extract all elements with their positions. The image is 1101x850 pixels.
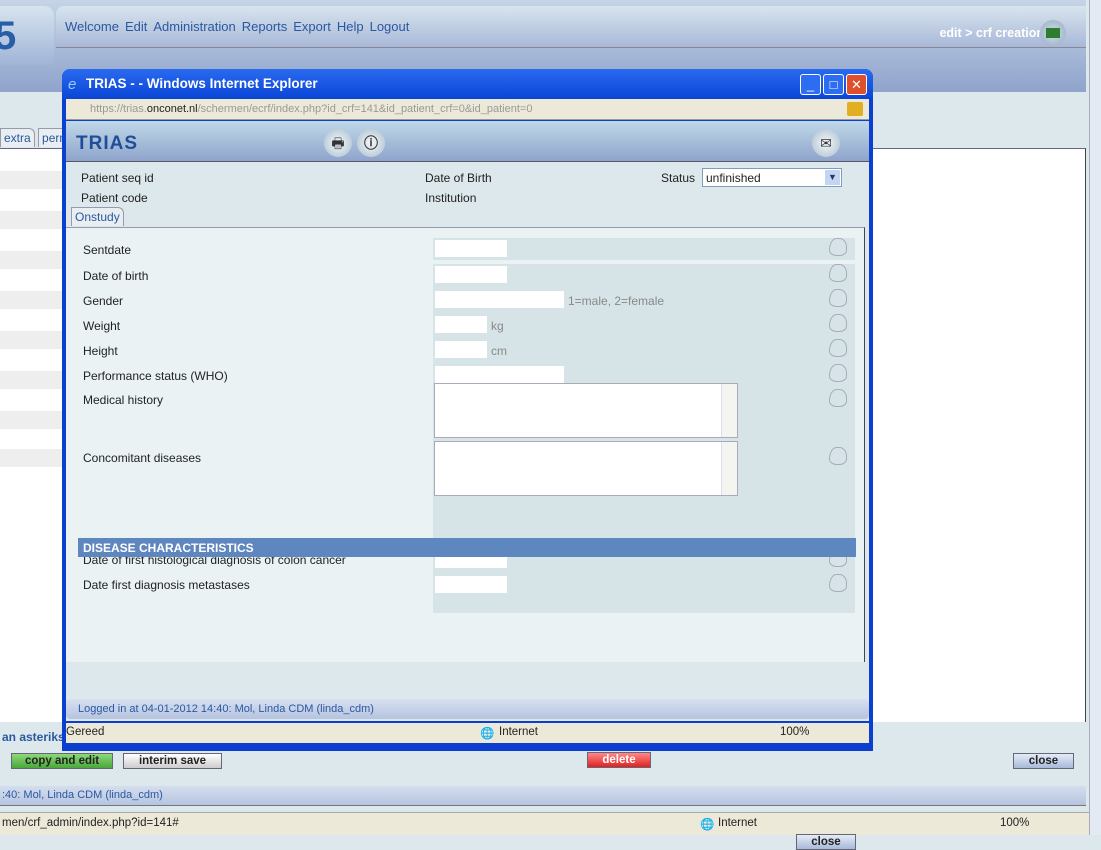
textarea-label: Concomitant diseases <box>83 451 202 465</box>
status-zone: Internet <box>718 817 757 829</box>
zoom-level[interactable]: 100% <box>1000 817 1029 829</box>
field-label: Weight <box>83 319 121 333</box>
patient-seq-id-label: Patient seq id <box>81 171 154 185</box>
textarea-scrollbar[interactable] <box>721 384 737 437</box>
delete-button[interactable]: delete <box>587 752 651 768</box>
tab-extra[interactable]: extra <box>0 128 35 147</box>
field-input[interactable] <box>435 316 487 333</box>
close-button[interactable]: close <box>1013 753 1074 769</box>
zoom-level[interactable]: 100% <box>780 726 809 738</box>
query-drop-icon[interactable] <box>829 389 847 407</box>
patient-code-label: Patient code <box>81 191 148 205</box>
field-input[interactable] <box>435 366 564 383</box>
copy-and-edit-button[interactable]: copy and edit <box>11 753 113 769</box>
tab-onstudy[interactable]: Onstudy <box>71 207 124 226</box>
url-scheme: https://trias. <box>90 103 147 115</box>
logged-in-info: Logged in at 04-01-2012 14:40: Mol, Lind… <box>66 699 869 719</box>
field-label: Date of birth <box>83 269 149 283</box>
ie-icon: e <box>68 76 77 93</box>
institution-label: Institution <box>425 191 477 205</box>
main-menu: Welcome Edit Administration Reports Export He… <box>56 6 1086 48</box>
chevron-down-icon: ▼ <box>825 170 840 185</box>
status-select[interactable]: unfinished ▼ <box>702 168 842 187</box>
url-host: onconet.nl <box>146 103 198 115</box>
window-close-button[interactable]: ✕ <box>846 74 867 95</box>
info-icon[interactable]: ⓘ <box>357 129 385 157</box>
query-drop-icon[interactable] <box>829 314 847 332</box>
popup-titlebar[interactable]: TRIAS - - Windows Internet Explorer <box>62 69 873 99</box>
popup-title: TRIAS - - Windows Internet Explorer <box>86 76 318 91</box>
background-footer: :40: Mol, Linda CDM (linda_cdm) <box>0 786 1086 806</box>
globe-icon: 🌐 <box>480 728 495 740</box>
crf-form: Sentdate Date of birth Gender 1=male, 2=fem… <box>66 227 865 850</box>
lock-icon[interactable] <box>847 102 863 116</box>
add-message-icon[interactable]: ✉ <box>812 129 840 157</box>
popup-content: TRIAS 🖶 ⓘ ✉ Patient seq id Patient code … <box>66 121 869 850</box>
status-label: Status <box>661 171 696 185</box>
menu-export[interactable]: Export <box>293 19 331 34</box>
query-drop-icon[interactable] <box>829 289 847 307</box>
status-text: Gereed <box>66 726 105 738</box>
query-drop-icon[interactable] <box>829 238 847 256</box>
textarea-input[interactable] <box>434 441 738 496</box>
section-header: DISEASE CHARACTERISTICS <box>78 538 856 557</box>
address-bar[interactable]: https://trias.onconet.nl/schermen/ecrf/i… <box>66 99 869 120</box>
menu-edit[interactable]: Edit <box>125 19 147 34</box>
page-scrollbar[interactable] <box>1089 0 1101 835</box>
menu-logout[interactable]: Logout <box>370 19 410 34</box>
status-zone: Internet <box>499 726 538 738</box>
field-input[interactable] <box>435 240 507 257</box>
breadcrumb: edit > crf creation <box>939 26 1044 40</box>
menu-help[interactable]: Help <box>337 19 364 34</box>
query-drop-icon[interactable] <box>829 574 847 592</box>
textarea-input[interactable] <box>434 383 738 438</box>
field-label: Date first diagnosis metastases <box>83 578 250 592</box>
field-unit: 1=male, 2=female <box>568 294 665 308</box>
menu-administration[interactable]: Administration <box>153 19 235 34</box>
status-url: men/crf_admin/index.php?id=141# <box>2 817 179 829</box>
query-drop-icon[interactable] <box>829 364 847 382</box>
maximize-button[interactable]: □ <box>823 74 844 95</box>
field-label: Sentdate <box>83 243 132 257</box>
popup-window: TRIAS - - Windows Internet Explorer e _ … <box>62 69 873 850</box>
popup-close-button[interactable]: close <box>796 834 856 850</box>
browser-status-bar: men/crf_admin/index.php?id=141# 🌐 Intern… <box>0 812 1089 835</box>
field-input[interactable] <box>435 291 564 308</box>
interim-save-button[interactable]: interim save <box>123 753 222 769</box>
print-icon[interactable]: 🖶 <box>324 129 352 157</box>
dob-label: Date of Birth <box>425 171 492 185</box>
field-input[interactable] <box>435 266 507 283</box>
trias-logo: TRIAS <box>76 133 138 154</box>
query-drop-icon[interactable] <box>829 339 847 357</box>
query-drop-icon[interactable] <box>829 264 847 282</box>
field-unit: kg <box>491 319 504 333</box>
field-label: Gender <box>83 294 124 308</box>
popup-status-bar: Gereed 🌐 Internet 100% <box>66 723 869 743</box>
app-logo: 5 <box>0 6 54 66</box>
globe-icon: 🌐 <box>700 819 715 831</box>
asterisk-note: an asteriks <box>2 730 65 744</box>
minimize-button[interactable]: _ <box>800 74 821 95</box>
menu-welcome[interactable]: Welcome <box>65 19 119 34</box>
field-label: Performance status (WHO) <box>83 369 228 383</box>
textarea-scrollbar[interactable] <box>721 442 737 495</box>
url-path: /schermen/ecrf/index.php?id_crf=141&id_p… <box>197 103 533 115</box>
textarea-label: Medical history <box>83 393 164 407</box>
field-label: Height <box>83 344 118 358</box>
query-drop-icon[interactable] <box>829 447 847 465</box>
field-input[interactable] <box>435 341 487 358</box>
field-input[interactable] <box>435 576 507 593</box>
menu-reports[interactable]: Reports <box>242 19 288 34</box>
field-unit: cm <box>491 344 507 358</box>
folder-icon[interactable] <box>1040 20 1066 46</box>
trias-header: TRIAS 🖶 ⓘ ✉ <box>66 121 869 162</box>
status-value: unfinished <box>706 171 761 185</box>
